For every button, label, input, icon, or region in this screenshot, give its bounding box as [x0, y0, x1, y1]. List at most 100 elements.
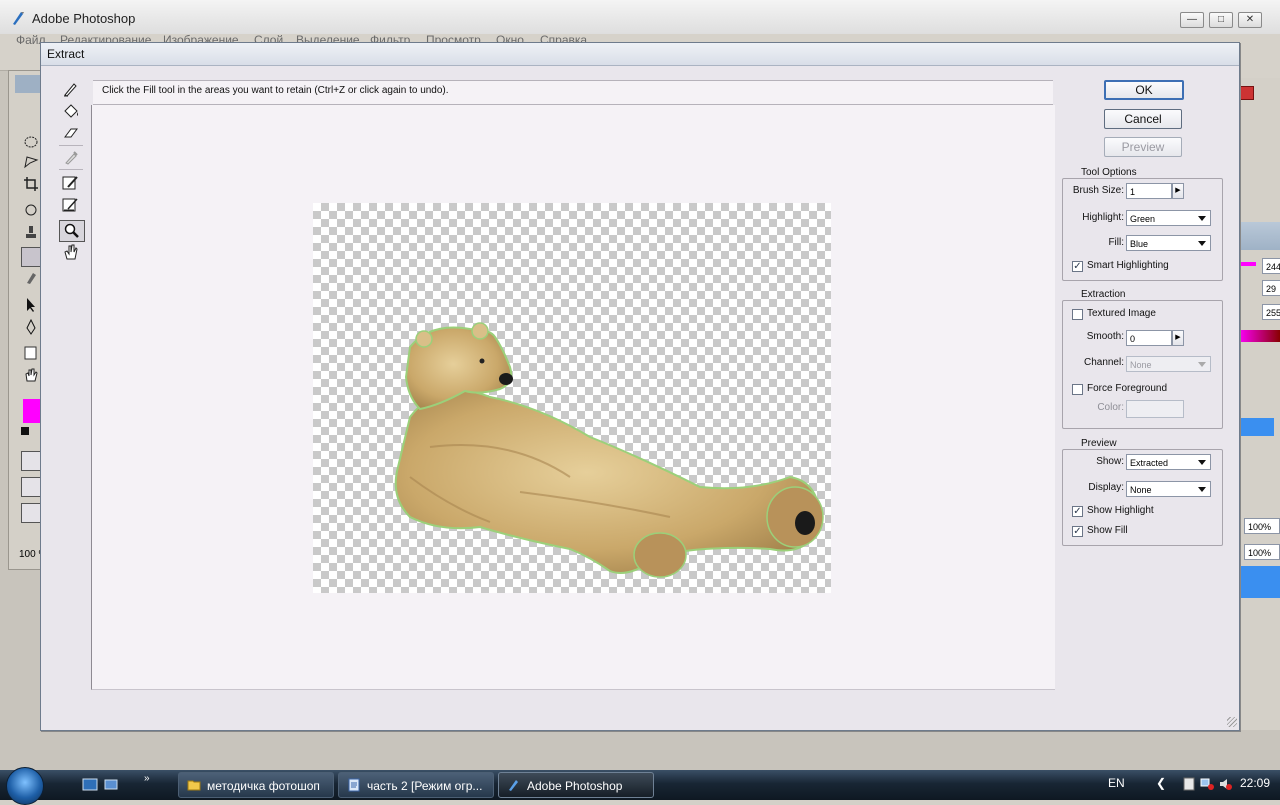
taskbar-item-label: методичка фотошоп	[207, 779, 320, 793]
show-fill-checkbox[interactable]: ✓	[1072, 526, 1083, 537]
chevron-down-icon	[1198, 460, 1206, 465]
chevron-down-icon	[1198, 241, 1206, 246]
resize-grip-icon[interactable]	[1227, 717, 1237, 727]
taskbar-item-photoshop[interactable]: Adobe Photoshop	[498, 772, 654, 798]
marquee-tool-icon[interactable]	[23, 135, 39, 149]
hand-tool[interactable]	[59, 242, 83, 262]
taskbar-item-word[interactable]: часть 2 [Режим огр...	[338, 772, 494, 798]
channel-value: None	[1130, 360, 1152, 370]
chevron-down-icon	[1198, 487, 1206, 492]
switch-windows-icon[interactable]	[104, 778, 120, 792]
photoshop-titlebar: Adobe Photoshop — □ ✕	[0, 0, 1280, 35]
smooth-label: Smooth:	[1086, 331, 1124, 342]
polar-bear-image	[394, 322, 824, 578]
workspace-bottom	[0, 730, 1280, 770]
eraser-tool[interactable]	[59, 123, 83, 143]
channel-select[interactable]: None	[1126, 356, 1211, 372]
preview-button[interactable]: Preview	[1104, 137, 1182, 157]
language-indicator[interactable]: EN	[1108, 776, 1125, 790]
volume-icon[interactable]	[1218, 777, 1232, 791]
textured-image-checkbox[interactable]	[1072, 309, 1083, 320]
default-colors-icon[interactable]	[21, 427, 29, 435]
layers-selected-row[interactable]	[1238, 566, 1280, 598]
palette-close-icon[interactable]	[1240, 86, 1254, 100]
smooth-spinner[interactable]: ▶	[1172, 330, 1184, 346]
chevron-down-icon	[1198, 362, 1206, 367]
color-value-b[interactable]: 255	[1262, 304, 1280, 320]
highlight-value: Green	[1130, 214, 1156, 224]
show-highlight-checkbox[interactable]: ✓	[1072, 506, 1083, 517]
zoom-tool[interactable]	[59, 220, 85, 242]
network-icon[interactable]	[1200, 777, 1214, 791]
ok-button[interactable]: OK	[1104, 80, 1184, 100]
taskbar-item-label: Adobe Photoshop	[527, 779, 623, 793]
edge-touchup-tool[interactable]	[59, 195, 83, 215]
hand-tool-left-icon[interactable]	[23, 367, 39, 383]
smart-highlighting-label: Smart Highlighting	[1087, 260, 1169, 271]
smart-highlighting-checkbox[interactable]: ✓	[1072, 261, 1083, 272]
navigator-zoom-2[interactable]: 100%	[1244, 544, 1280, 560]
smudge-tool-icon[interactable]	[23, 269, 39, 285]
foreground-color-swatch[interactable]	[23, 399, 41, 423]
color-slider-r[interactable]	[1240, 262, 1256, 266]
color-value-r[interactable]: 244	[1262, 258, 1280, 274]
color-value-g[interactable]: 29	[1262, 280, 1280, 296]
cancel-button[interactable]: Cancel	[1104, 109, 1182, 129]
brush-size-input[interactable]: 1	[1126, 183, 1172, 199]
display-value: None	[1130, 485, 1152, 495]
document-icon	[348, 778, 360, 792]
cleanup-icon	[62, 176, 78, 190]
eyedropper-icon	[65, 151, 78, 165]
tool-separator	[59, 145, 83, 146]
fill-value: Blue	[1130, 239, 1149, 249]
instruction-text: Click the Fill tool in the areas you wan…	[102, 85, 449, 96]
fill-tool[interactable]	[59, 101, 83, 121]
show-highlight-label: Show Highlight	[1087, 505, 1154, 516]
folder-icon	[187, 780, 201, 791]
display-label: Display:	[1088, 482, 1124, 493]
tray-expand-icon[interactable]: ❮	[1156, 776, 1166, 790]
show-desktop-icon[interactable]	[82, 778, 98, 792]
taskbar-item-folder[interactable]: методичка фотошоп	[178, 772, 334, 798]
lasso-tool-icon[interactable]	[23, 155, 39, 169]
maximize-button[interactable]: □	[1209, 12, 1233, 28]
stamp-tool-icon[interactable]	[23, 225, 39, 241]
palette-dock: 244 29 255 100% 100%	[1238, 64, 1280, 770]
brush-size-spinner[interactable]: ▶	[1172, 183, 1184, 199]
smooth-input[interactable]: 0	[1126, 330, 1172, 346]
display-select[interactable]: None	[1126, 481, 1211, 497]
taskbar-item-label: часть 2 [Режим огр...	[367, 779, 483, 793]
highlight-select[interactable]: Green	[1126, 210, 1211, 226]
cleanup-tool[interactable]	[59, 173, 83, 193]
pen-tool-icon[interactable]	[23, 319, 39, 335]
start-button[interactable]	[6, 767, 44, 805]
quicklaunch-more-icon[interactable]: »	[144, 773, 150, 784]
tool-options-title: Tool Options	[1078, 167, 1140, 178]
color-swatch[interactable]	[1126, 400, 1184, 418]
eyedropper-tool[interactable]	[59, 147, 83, 167]
crop-tool-icon[interactable]	[23, 177, 39, 191]
tray-app-icon[interactable]	[1182, 777, 1196, 791]
show-select[interactable]: Extracted	[1126, 454, 1211, 470]
navigator-zoom-1[interactable]: 100%	[1244, 518, 1280, 534]
clock: 22:09	[1240, 776, 1271, 790]
magnifier-icon	[64, 223, 79, 238]
preview-canvas[interactable]	[91, 105, 1055, 690]
force-foreground-label: Force Foreground	[1087, 383, 1168, 394]
extract-dialog: Extract Click the Fill tool in the areas…	[40, 42, 1240, 731]
close-button[interactable]: ✕	[1238, 12, 1262, 28]
fill-label: Fill:	[1108, 237, 1124, 248]
path-select-icon[interactable]	[23, 297, 39, 313]
color-ramp[interactable]	[1238, 330, 1280, 342]
edge-highlighter-tool[interactable]	[59, 79, 83, 99]
force-foreground-checkbox[interactable]	[1072, 384, 1083, 395]
chevron-down-icon	[1198, 216, 1206, 221]
color-label: Color:	[1097, 402, 1124, 413]
minimize-button[interactable]: —	[1180, 12, 1204, 28]
fill-select[interactable]: Blue	[1126, 235, 1211, 251]
healing-tool-icon[interactable]	[23, 203, 39, 217]
show-label: Show:	[1096, 456, 1124, 467]
history-selected-row[interactable]	[1238, 418, 1274, 436]
window-title: Adobe Photoshop	[32, 11, 136, 26]
notes-tool-icon[interactable]	[23, 345, 39, 361]
